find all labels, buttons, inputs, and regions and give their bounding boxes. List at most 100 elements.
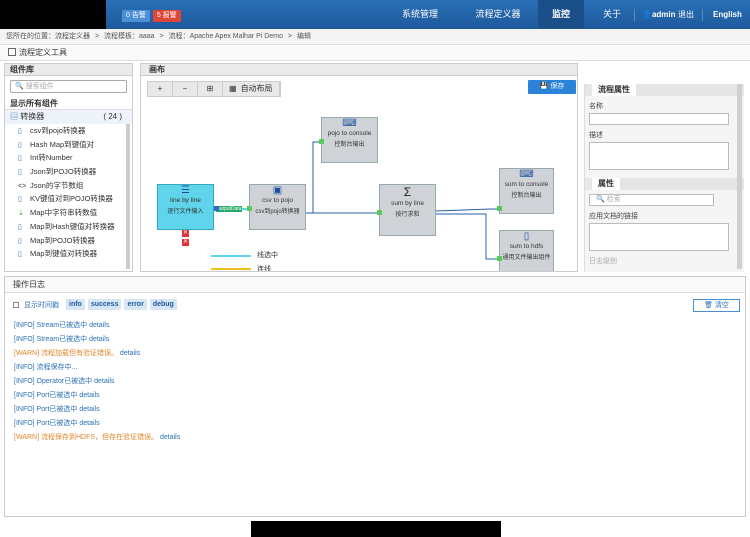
log-text: [INFO] Stream已被选中 (14, 322, 88, 329)
input-port[interactable] (497, 256, 502, 261)
component-item[interactable]: ▯ csv到pojo转换器 (5, 124, 132, 138)
details-link[interactable]: details (94, 378, 114, 385)
component-item[interactable]: ▯ Hash Map到键值对 (5, 138, 132, 152)
legend-swatch-selected (211, 255, 251, 257)
details-link[interactable]: details (79, 392, 99, 399)
component-label: Map到POJO转换器 (30, 235, 96, 245)
name-label: 名称 (589, 103, 603, 110)
input-port[interactable] (247, 206, 252, 211)
input-port[interactable] (497, 206, 502, 211)
properties-scrollbar[interactable] (737, 84, 742, 269)
filter-success[interactable]: success (87, 299, 122, 310)
legend-label: 线选中 (257, 252, 278, 259)
node-sum-to-console[interactable]: ⌨ sum to console 控制台输出 (499, 168, 554, 214)
node-title: sum by line (391, 200, 424, 207)
doc-link-textarea[interactable] (589, 223, 729, 251)
warning-count-badge[interactable]: 0 告警 (122, 10, 150, 22)
node-title: line by line (170, 197, 201, 204)
output-port[interactable] (214, 206, 219, 211)
library-scrollbar[interactable] (126, 124, 130, 269)
breadcrumb-item[interactable]: 流程模板：aaaa (104, 33, 155, 40)
delete-icon[interactable]: ✕ (182, 239, 189, 246)
file-icon: ▯ (18, 223, 22, 231)
nav-flow-designer[interactable]: 流程定义器 (460, 0, 536, 29)
language-switch[interactable]: English (713, 0, 742, 29)
tab-attributes[interactable]: 属性 (592, 178, 620, 190)
node-subtitle: 通用文件输出组件 (502, 255, 551, 261)
show-time-checkbox[interactable] (13, 301, 19, 308)
component-item[interactable]: ▯ Map到POJO转换器 (5, 234, 132, 248)
attribute-search-input[interactable]: 🔍 检索 (589, 194, 714, 206)
breadcrumb-item[interactable]: 流程：Apache Apex Malhar Pi Demo (169, 33, 283, 40)
details-link[interactable]: details (79, 406, 99, 413)
details-link[interactable]: details (79, 420, 99, 427)
details-link[interactable]: details (89, 322, 109, 329)
component-item[interactable]: <> Json的字节数组 (5, 179, 132, 193)
tab-flow-properties[interactable]: 流程属性 (592, 84, 636, 96)
username: admin (651, 10, 676, 19)
sum-icon: Σ (403, 185, 412, 199)
node-sum-to-hdfs[interactable]: ▯ sum to hdfs 通用文件输出组件 (499, 230, 554, 271)
log-entry: [WARN] 流程保存到HDFS，但存在验证错误。 details (14, 432, 180, 442)
filter-info[interactable]: info (66, 299, 85, 310)
breadcrumb-separator: > (159, 33, 164, 40)
nav-divider (702, 9, 703, 21)
edge[interactable] (435, 208, 499, 212)
alarm-count-badge[interactable]: 5 报警 (152, 10, 181, 22)
nav-system-management[interactable]: 系统管理 (388, 0, 452, 29)
canvas-panel: 画布 + − ⊞ ▦ 自动布局 💾 保存 outputData ☰ line by… (140, 63, 578, 272)
user-menu[interactable]: 👤admin (642, 0, 676, 29)
file-icon: ▯ (18, 237, 22, 245)
details-link[interactable]: details (89, 336, 109, 343)
section-header: 流程定义工具 (0, 45, 750, 61)
group-count: ( 24 ) (103, 112, 122, 121)
show-all-components[interactable]: 显示所有组件 (5, 97, 132, 110)
node-csv-to-pojo[interactable]: ▣ csv to pojo csv到pojo转换器 (249, 184, 306, 230)
node-subtitle: 按行求和 (395, 212, 420, 218)
edge[interactable] (306, 141, 321, 214)
edge-label[interactable]: outputData (216, 206, 243, 212)
nav-about[interactable]: 关于 (594, 0, 630, 29)
node-line-by-line[interactable]: ☰ line by line 逐行文件输入 (157, 184, 214, 230)
component-item[interactable]: ▯ Map到Hash键值对转换器 (5, 220, 132, 234)
component-search-input[interactable]: 🔍 搜索组件 (10, 80, 127, 93)
component-item[interactable]: ▯ Int转Number (5, 151, 132, 165)
panel-title: 组件库 (5, 64, 132, 76)
input-port[interactable] (377, 210, 382, 215)
node-pojo-to-console[interactable]: ⌨ pojo to console 控制台输出 (321, 117, 378, 163)
log-text: [INFO] Port已被选中 (14, 420, 78, 427)
nav-monitoring[interactable]: 监控 (538, 0, 584, 29)
details-link[interactable]: details (160, 434, 180, 441)
show-time-label[interactable]: 显示时间戳 (24, 300, 59, 310)
component-item[interactable]: ▯ Map到键值对转换器 (5, 247, 132, 261)
component-item[interactable]: ▯ KV键值对到POJO转换器 (5, 192, 132, 206)
component-label: Map中字符串转数值 (30, 208, 98, 218)
filter-debug[interactable]: debug (149, 299, 177, 310)
file-icon: ▯ (18, 169, 22, 177)
input-port[interactable] (319, 139, 324, 144)
details-link[interactable]: details (120, 350, 140, 357)
name-input[interactable] (589, 113, 729, 125)
node-sum-by-line[interactable]: Σ sum by line 按行求和 (379, 184, 436, 236)
clear-log-button[interactable]: 🗑 清空 (693, 299, 740, 312)
node-title: sum to console (504, 181, 549, 188)
edge[interactable] (436, 213, 499, 260)
log-text: [INFO] 流程保存中... (14, 364, 78, 371)
log-text: [INFO] Port已被选中 (14, 392, 78, 399)
logout-link[interactable]: 退出 (678, 0, 694, 29)
properties-header: 流程属性 (585, 84, 744, 96)
component-item[interactable]: ⇣ Map中字符串转数值 (5, 206, 132, 220)
file-input-icon: ☰ (181, 185, 190, 196)
breadcrumb-separator: > (287, 33, 293, 40)
code-icon: <> (18, 182, 27, 190)
clear-label: 清空 (714, 302, 729, 309)
component-label: Map到键值对转换器 (30, 249, 98, 259)
log-entry: [INFO] Operator已被选中 details (14, 376, 114, 386)
component-item[interactable]: ▯ Json到POJO转换器 (5, 165, 132, 179)
description-textarea[interactable] (589, 142, 729, 170)
delete-icon[interactable]: ✕ (182, 230, 189, 237)
breadcrumb-item[interactable]: 您所在的位置：流程定义器 (6, 33, 90, 40)
filter-error[interactable]: error (124, 299, 147, 310)
log-entry: [INFO] Port已被选中 details (14, 390, 100, 400)
component-group-converters[interactable]: ▤ 转换器 ( 24 ) (5, 110, 132, 124)
